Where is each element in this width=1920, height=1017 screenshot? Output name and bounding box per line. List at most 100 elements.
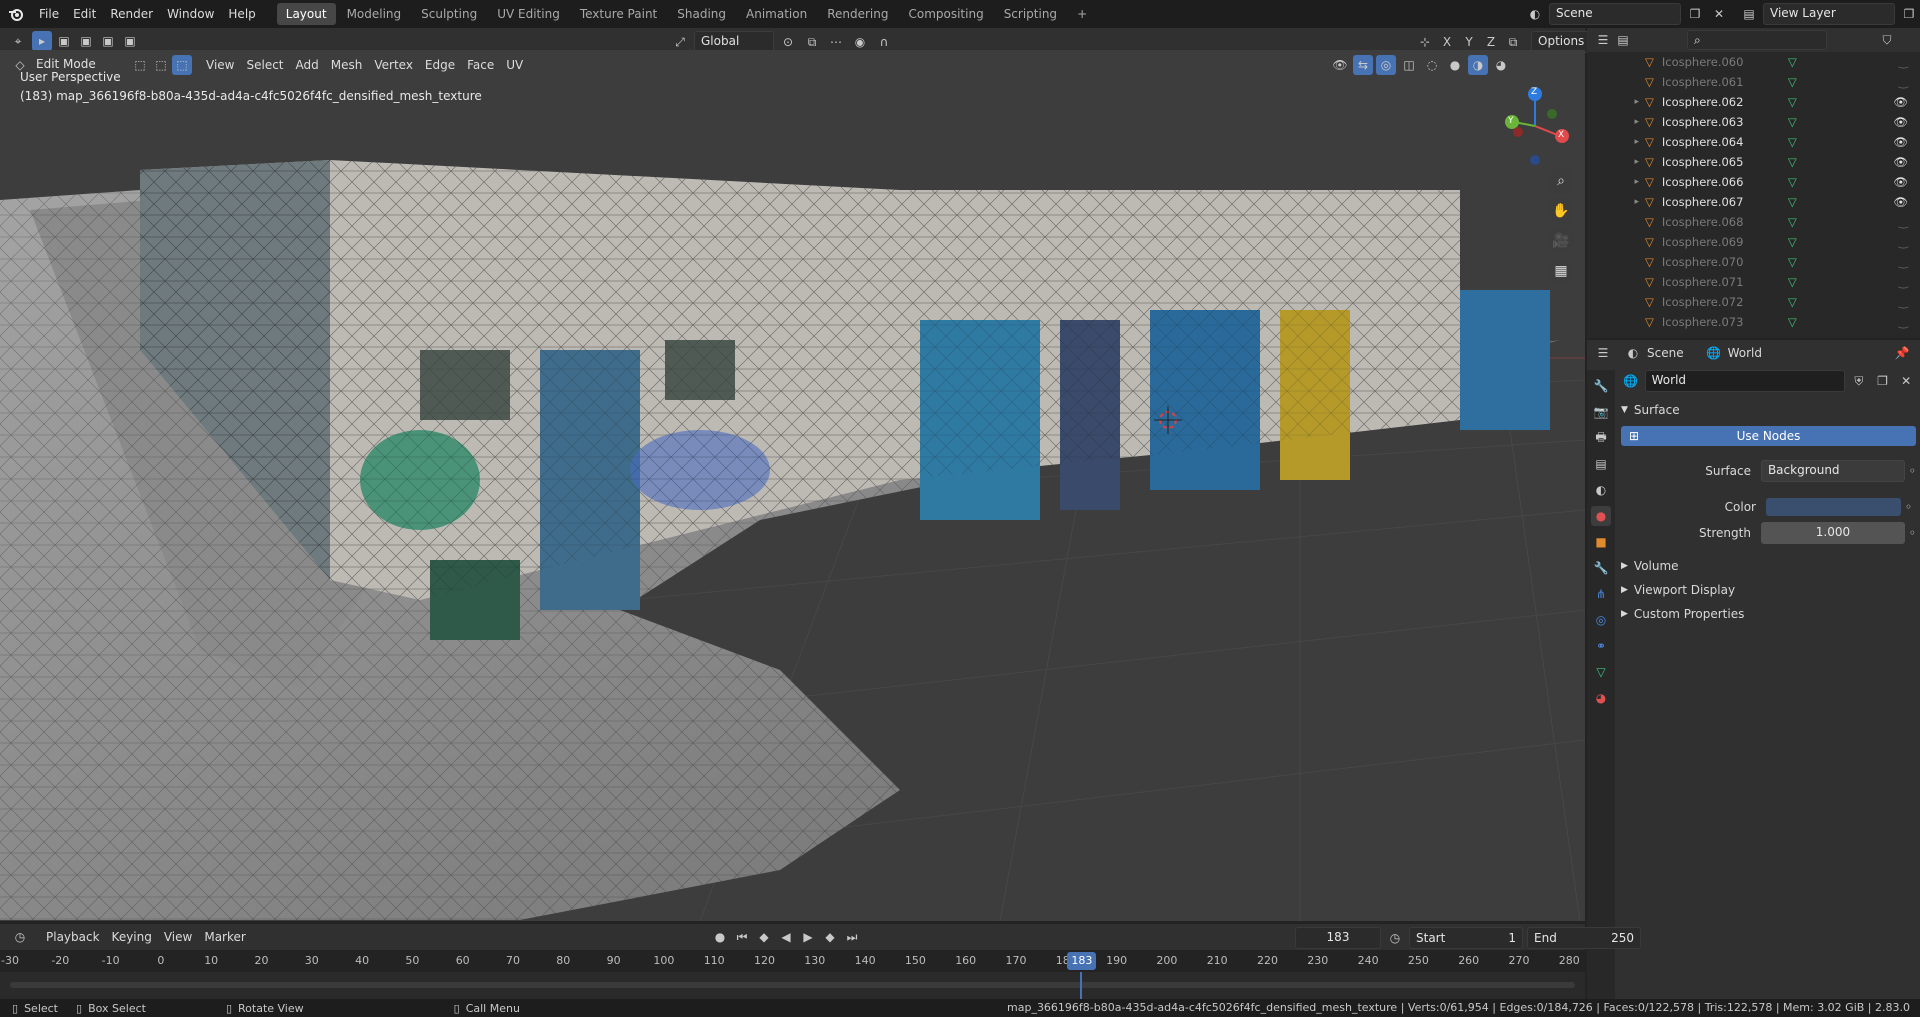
outliner-row[interactable]: ▽ Icosphere.061 ▽ ‿	[1587, 72, 1920, 92]
menu-view[interactable]: View	[200, 55, 240, 75]
outliner-item-name[interactable]: Icosphere.072	[1662, 295, 1782, 309]
outliner-item-name[interactable]: Icosphere.064	[1662, 135, 1782, 149]
world-color-swatch[interactable]	[1766, 498, 1901, 516]
tab-uv-editing[interactable]: UV Editing	[488, 3, 569, 25]
pin-icon[interactable]: 📌	[1892, 343, 1912, 363]
new-view-layer-icon[interactable]: ❐	[1899, 4, 1919, 24]
end-frame-field[interactable]: End 250	[1527, 927, 1641, 949]
expand-arrow-icon[interactable]: ▸	[1587, 177, 1639, 187]
orientation-icon[interactable]: ⤢	[670, 32, 690, 52]
modifier-tab-icon[interactable]: 🔧	[1591, 558, 1611, 578]
select-mode-set-icon[interactable]: ▣	[54, 31, 74, 51]
new-scene-icon[interactable]: ❐	[1685, 4, 1705, 24]
world-tab-icon[interactable]: ●	[1591, 506, 1611, 526]
navigation-gizmo[interactable]: Z Y X	[1500, 86, 1570, 166]
overlay-toggle-icon[interactable]: ◎	[1376, 55, 1396, 75]
menu-marker[interactable]: Marker	[198, 927, 251, 947]
custom-properties-header[interactable]: ▶ Custom Properties	[1621, 602, 1916, 626]
add-workspace-icon[interactable]: +	[1068, 3, 1096, 25]
tab-texture-paint[interactable]: Texture Paint	[571, 3, 666, 25]
breadcrumb-scene[interactable]: Scene	[1647, 346, 1684, 360]
menu-add[interactable]: Add	[290, 55, 325, 75]
outliner-item-name[interactable]: Icosphere.061	[1662, 75, 1782, 89]
xray-icon[interactable]: ◫	[1399, 55, 1419, 75]
start-frame-field[interactable]: Start 1	[1409, 927, 1523, 949]
camera-view-icon[interactable]: 🎥	[1548, 228, 1574, 254]
eye-open-icon[interactable]: 👁	[1893, 135, 1908, 149]
mode-dropdown[interactable]: Edit Mode	[30, 55, 126, 75]
breadcrumb-world[interactable]: World	[1728, 346, 1762, 360]
viewport-display-header[interactable]: ▶ Viewport Display	[1621, 578, 1916, 602]
expand-arrow-icon[interactable]: ▸	[1587, 157, 1639, 167]
outliner-item-name[interactable]: Icosphere.067	[1662, 195, 1782, 209]
auto-merge-icon[interactable]: ⧉	[1503, 32, 1523, 52]
world-browse-icon[interactable]: 🌐	[1621, 371, 1641, 391]
edge-select-icon[interactable]: ⬚	[151, 55, 171, 75]
menu-window[interactable]: Window	[160, 3, 221, 25]
eye-open-icon[interactable]: 👁	[1893, 115, 1908, 129]
tab-compositing[interactable]: Compositing	[899, 3, 992, 25]
mirror-icon[interactable]: ⊹	[1415, 32, 1435, 52]
properties-type-icon[interactable]: ☰	[1593, 343, 1613, 363]
outliner-row[interactable]: ▸ ▽ Icosphere.066 ▽ 👁	[1587, 172, 1920, 192]
outliner-row[interactable]: ▽ Icosphere.072 ▽ ‿	[1587, 292, 1920, 312]
outliner-row[interactable]: ▽ Icosphere.069 ▽ ‿	[1587, 232, 1920, 252]
tab-animation[interactable]: Animation	[737, 3, 816, 25]
gizmo-toggle-icon[interactable]: ⇆	[1353, 55, 1373, 75]
eye-closed-icon[interactable]: ‿	[1899, 75, 1908, 89]
new-world-icon[interactable]: ❐	[1873, 371, 1893, 391]
use-nodes-button[interactable]: ⊞ Use Nodes	[1621, 426, 1916, 446]
outliner-item-name[interactable]: Icosphere.070	[1662, 255, 1782, 269]
jump-end-icon[interactable]: ⏭	[842, 927, 862, 947]
constraints-tab-icon[interactable]: ⚭	[1591, 636, 1611, 656]
outliner-item-name[interactable]: Icosphere.068	[1662, 215, 1782, 229]
timeline-type-icon[interactable]: ◷	[10, 927, 30, 947]
falloff-icon[interactable]: ∩	[874, 32, 894, 52]
fake-user-icon[interactable]: ⛨	[1849, 371, 1869, 391]
scene-field[interactable]: Scene	[1549, 3, 1681, 25]
select-tool-icon[interactable]: ▸	[32, 31, 52, 51]
pan-hand-icon[interactable]: ✋	[1548, 198, 1574, 224]
strength-field[interactable]: 1.000	[1760, 522, 1905, 544]
view-layer-tab-icon[interactable]: ▤	[1591, 454, 1611, 474]
menu-render[interactable]: Render	[103, 3, 160, 25]
playhead-frame-badge[interactable]: 183	[1067, 952, 1097, 970]
view-layer-icon[interactable]: ▤	[1739, 4, 1759, 24]
eye-closed-icon[interactable]: ‿	[1899, 275, 1908, 289]
outliner-item-name[interactable]: Icosphere.062	[1662, 95, 1782, 109]
eye-closed-icon[interactable]: ‿	[1899, 215, 1908, 229]
axis-z-toggle[interactable]: Z	[1481, 32, 1501, 52]
prev-keyframe-icon[interactable]: ◆	[754, 927, 774, 947]
blender-logo-icon[interactable]	[6, 4, 26, 24]
expand-arrow-icon[interactable]: ▸	[1587, 197, 1639, 207]
jump-start-icon[interactable]: ⏮	[732, 927, 752, 947]
tab-shading[interactable]: Shading	[668, 3, 735, 25]
outliner-item-name[interactable]: Icosphere.063	[1662, 115, 1782, 129]
outliner-row[interactable]: ▸ ▽ Icosphere.065 ▽ 👁	[1587, 152, 1920, 172]
next-keyframe-icon[interactable]: ◆	[820, 927, 840, 947]
select-mode-extend-icon[interactable]: ▣	[76, 31, 96, 51]
shading-wireframe-icon[interactable]: ◌	[1422, 55, 1442, 75]
zoom-icon[interactable]: ⌕	[1548, 168, 1574, 194]
scene-tab-icon[interactable]: ◐	[1591, 480, 1611, 500]
tab-modeling[interactable]: Modeling	[338, 3, 411, 25]
menu-face[interactable]: Face	[461, 55, 500, 75]
outliner-row[interactable]: ▽ Icosphere.068 ▽ ‿	[1587, 212, 1920, 232]
outliner-item-name[interactable]: Icosphere.066	[1662, 175, 1782, 189]
outliner-row[interactable]: ▽ Icosphere.073 ▽ ‿	[1587, 312, 1920, 332]
proportional-edit-icon[interactable]: ◉	[850, 32, 870, 52]
timeline-track[interactable]	[0, 972, 1585, 999]
expand-arrow-icon[interactable]: ▸	[1587, 117, 1639, 127]
tool-tab-icon[interactable]: 🔧	[1591, 376, 1611, 396]
eye-closed-icon[interactable]: ‿	[1899, 255, 1908, 269]
menu-mesh[interactable]: Mesh	[325, 55, 369, 75]
tab-rendering[interactable]: Rendering	[818, 3, 897, 25]
eye-open-icon[interactable]: 👁	[1893, 95, 1908, 109]
outliner-row[interactable]: ▸ ▽ Icosphere.062 ▽ 👁	[1587, 92, 1920, 112]
outliner-item-name[interactable]: Icosphere.073	[1662, 315, 1782, 329]
scene-icon[interactable]: ◐	[1525, 4, 1545, 24]
menu-playback[interactable]: Playback	[40, 927, 106, 947]
outliner-item-name[interactable]: Icosphere.065	[1662, 155, 1782, 169]
render-tab-icon[interactable]: 📷	[1591, 402, 1611, 422]
display-mode-icon[interactable]: ▤	[1613, 30, 1633, 50]
